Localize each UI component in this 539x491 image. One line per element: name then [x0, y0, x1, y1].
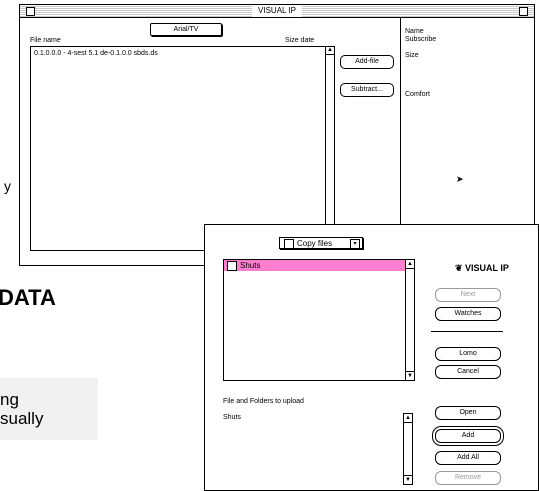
vertical-scrollbar[interactable]: ▲: [325, 47, 334, 250]
mouse-pointer-icon: ➤: [456, 174, 464, 184]
add-all-button[interactable]: Add All: [435, 451, 501, 465]
lomo-button[interactable]: Lomo: [435, 347, 501, 361]
column-header-name[interactable]: File name: [30, 36, 61, 45]
file-list[interactable]: 0.1.0.0.0 - 4-sest 5.1 de-0.1.0.0 sbds.d…: [30, 46, 335, 251]
vertical-scrollbar[interactable]: ▲ ▼: [405, 260, 414, 380]
font-popup[interactable]: Arial/TV: [150, 23, 222, 36]
close-box[interactable]: [26, 7, 35, 16]
document-icon: [227, 260, 237, 271]
file-dialog: Copy files ▾ Shuts ▲ ▼ ❦ VISUAL IP Next …: [204, 224, 539, 491]
bg-note-line: ng: [0, 390, 19, 409]
folder-popup-label: Copy files: [297, 239, 333, 248]
scroll-down-icon[interactable]: ▼: [404, 475, 412, 484]
list-item-label: Shuts: [240, 261, 261, 270]
vertical-scrollbar[interactable]: ▲ ▼: [403, 413, 413, 485]
chevron-down-icon: ▾: [350, 239, 360, 249]
scroll-down-icon[interactable]: ▼: [406, 371, 414, 380]
folder-popup[interactable]: Copy files ▾: [279, 237, 363, 249]
bg-note-box: ng sually: [0, 378, 98, 440]
add-file-button[interactable]: Add-file: [340, 55, 394, 69]
remove-button[interactable]: Remove: [435, 471, 501, 485]
scroll-up-icon[interactable]: ▲: [326, 47, 334, 55]
watches-button[interactable]: Watches: [435, 307, 501, 321]
upload-list[interactable]: Shuts ▲ ▼: [223, 413, 413, 488]
list-item-selected[interactable]: Shuts: [224, 260, 405, 271]
zoom-box[interactable]: [519, 7, 528, 16]
add-button[interactable]: Add: [435, 429, 501, 443]
bg-note-line: sually: [0, 409, 44, 428]
window-title: VISUAL IP: [252, 5, 302, 17]
folder-icon: [284, 238, 294, 249]
scroll-up-icon[interactable]: ▲: [404, 414, 412, 423]
info-label: Comfort: [405, 91, 430, 98]
list-item[interactable]: Shuts: [223, 413, 241, 422]
open-button[interactable]: Open: [435, 406, 501, 420]
cancel-button[interactable]: Cancel: [435, 365, 501, 379]
file-browser-list[interactable]: Shuts ▲ ▼: [223, 259, 415, 381]
app-logo-text: VISUAL IP: [465, 263, 509, 273]
divider: [431, 331, 503, 332]
upload-list-label: File and Folders to upload: [223, 398, 304, 405]
app-logo: ❦ VISUAL IP: [455, 263, 509, 273]
info-value: Subscribe: [405, 36, 437, 43]
bg-text-fragment: y: [4, 178, 11, 194]
subtract-button[interactable]: Subtract...: [340, 83, 394, 97]
column-header-size[interactable]: Size date: [285, 36, 314, 45]
info-label: Size: [405, 52, 419, 59]
list-item[interactable]: 0.1.0.0.0 - 4-sest 5.1 de-0.1.0.0 sbds.d…: [34, 49, 158, 58]
bg-heading-fragment: DATA: [0, 285, 56, 310]
scroll-up-icon[interactable]: ▲: [406, 260, 414, 269]
next-button[interactable]: Next: [435, 288, 501, 302]
